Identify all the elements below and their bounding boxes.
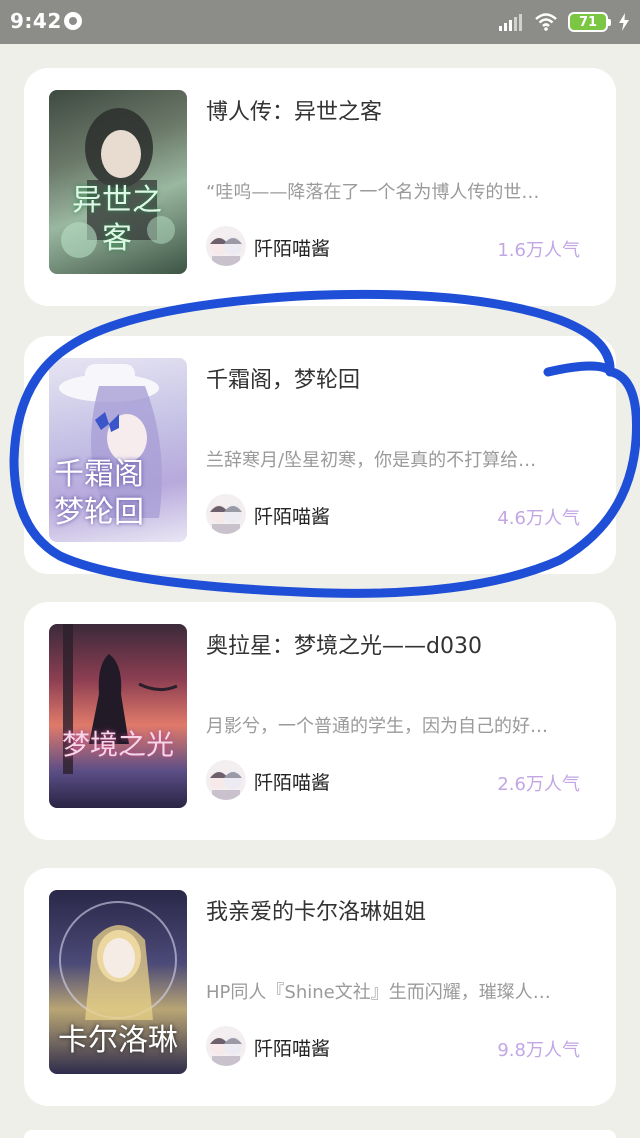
book-title[interactable]: 奥拉星：梦境之光——d030 bbox=[206, 628, 482, 660]
book-cover: 异世之客 bbox=[49, 90, 187, 274]
book-cover: 千霜阁梦轮回 bbox=[49, 358, 187, 542]
notification-icon bbox=[64, 12, 82, 30]
book-title[interactable]: 千霜阁，梦轮回 bbox=[206, 362, 360, 394]
author-name[interactable]: 阡陌喵酱 bbox=[254, 502, 330, 529]
author-avatar[interactable] bbox=[206, 226, 246, 266]
book-title[interactable]: 博人传：异世之客 bbox=[206, 94, 382, 126]
popularity-count: 9.8万人气 bbox=[497, 1040, 580, 1061]
popularity-count: 1.6万人气 bbox=[497, 240, 580, 261]
author-name[interactable]: 阡陌喵酱 bbox=[254, 234, 330, 261]
book-card[interactable]: 异世之客 博人传：异世之客 “哇呜——降落在了一个名为博人传的世… 阡陌喵酱 1… bbox=[24, 68, 616, 306]
charging-icon bbox=[619, 13, 629, 31]
author-avatar[interactable] bbox=[206, 760, 246, 800]
cover-illustration bbox=[63, 624, 178, 774]
book-description: 兰辞寒月/坠星初寒，你是真的不打算给… bbox=[206, 450, 537, 471]
signal-icon bbox=[499, 14, 522, 31]
battery-level: 71 bbox=[578, 14, 598, 30]
book-description: HP同人『Shine文社』生而闪耀，璀璨人… bbox=[206, 982, 551, 1003]
status-time: 9:42 bbox=[10, 9, 62, 33]
book-cover: 卡尔洛琳 bbox=[49, 890, 187, 1074]
popularity-count: 4.6万人气 bbox=[497, 508, 580, 529]
book-card[interactable]: 梦境之光 奥拉星：梦境之光——d030 月影兮，一个普通的学生，因为自己的好… … bbox=[24, 602, 616, 840]
book-title[interactable]: 我亲爱的卡尔洛琳姐姐 bbox=[206, 894, 426, 926]
author-avatar[interactable] bbox=[206, 1026, 246, 1066]
popularity-count: 2.6万人气 bbox=[497, 774, 580, 795]
book-card-partial[interactable] bbox=[24, 1130, 616, 1138]
status-icons: 71 bbox=[498, 8, 630, 36]
wifi-icon bbox=[535, 13, 557, 31]
status-bar: 9:42 71 bbox=[0, 0, 640, 44]
cover-title: 异世之客 bbox=[72, 183, 162, 256]
book-cover: 梦境之光 bbox=[49, 624, 187, 808]
book-card[interactable]: 千霜阁梦轮回 千霜阁，梦轮回 兰辞寒月/坠星初寒，你是真的不打算给… 阡陌喵酱 … bbox=[24, 336, 616, 574]
author-name[interactable]: 阡陌喵酱 bbox=[254, 768, 330, 795]
book-description: 月影兮，一个普通的学生，因为自己的好… bbox=[206, 716, 548, 737]
battery-icon: 71 bbox=[568, 12, 611, 32]
author-name[interactable]: 阡陌喵酱 bbox=[254, 1034, 330, 1061]
cover-title: 梦境之光 bbox=[61, 728, 174, 761]
cover-title: 卡尔洛琳 bbox=[58, 1023, 178, 1058]
cover-title: 千霜阁梦轮回 bbox=[54, 457, 144, 530]
book-description: “哇呜——降落在了一个名为博人传的世… bbox=[206, 182, 540, 203]
book-card[interactable]: 卡尔洛琳 我亲爱的卡尔洛琳姐姐 HP同人『Shine文社』生而闪耀，璀璨人… 阡… bbox=[24, 868, 616, 1106]
author-avatar[interactable] bbox=[206, 494, 246, 534]
